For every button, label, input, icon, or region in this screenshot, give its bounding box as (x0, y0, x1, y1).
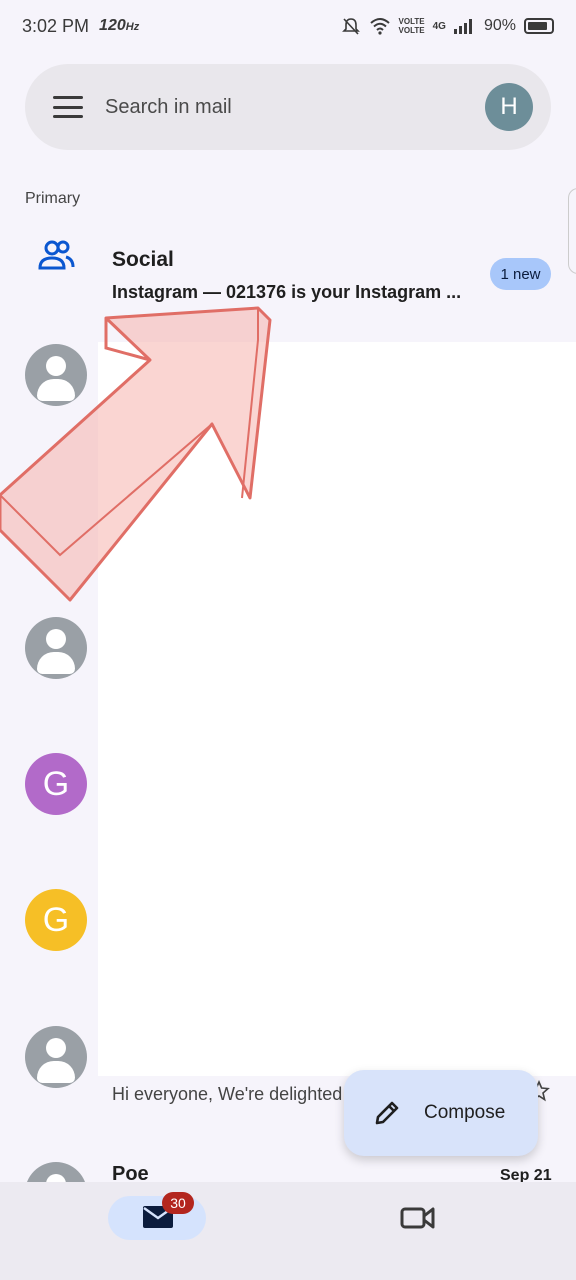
sender-avatar[interactable] (25, 344, 87, 406)
video-camera-icon[interactable] (400, 1204, 436, 1232)
social-category-row[interactable]: Social Instagram — 021376 is your Instag… (0, 228, 576, 318)
status-left: 3:02 PM 120Hz (22, 16, 139, 37)
status-time: 3:02 PM (22, 15, 90, 36)
refresh-rate: 120Hz (99, 17, 140, 34)
social-snippet: Instagram — 021376 is your Instagram ... (112, 282, 462, 302)
social-title: Social (112, 248, 174, 271)
sender-avatar[interactable] (25, 1026, 87, 1088)
compose-label: Compose (424, 1102, 506, 1123)
bottom-nav: 30 (0, 1182, 576, 1280)
sender-avatar[interactable]: G (25, 753, 87, 815)
compose-button[interactable]: Compose (344, 1070, 538, 1156)
status-bar: 3:02 PM 120Hz VOLTE VOLTE 4G 90% (0, 0, 576, 52)
new-count-badge: 1 new (490, 258, 551, 290)
people-icon (38, 240, 75, 270)
email-snippet[interactable]: Hi everyone, We're delighted (112, 1084, 342, 1105)
battery-percent: 90% (483, 17, 516, 34)
battery-icon (524, 18, 554, 34)
network-type: 4G (432, 20, 446, 32)
mute-bell-icon (341, 18, 360, 35)
sender-avatar[interactable] (25, 617, 87, 679)
status-right: VOLTE VOLTE 4G 90% (341, 16, 554, 36)
unread-count-badge: 30 (162, 1192, 194, 1214)
wifi-icon (369, 18, 390, 35)
pencil-icon (375, 1101, 399, 1125)
account-avatar[interactable]: H (485, 83, 533, 131)
signal-icon (453, 19, 472, 34)
search-input[interactable]: Search in mail (105, 96, 485, 119)
section-label-primary: Primary (25, 190, 81, 207)
hamburger-menu-icon[interactable] (53, 96, 83, 118)
blank-content-panel (98, 342, 576, 1076)
sender-avatar[interactable]: G (25, 889, 87, 951)
search-bar[interactable]: Search in mail H (25, 64, 551, 150)
volte-indicator: VOLTE VOLTE (398, 17, 425, 35)
